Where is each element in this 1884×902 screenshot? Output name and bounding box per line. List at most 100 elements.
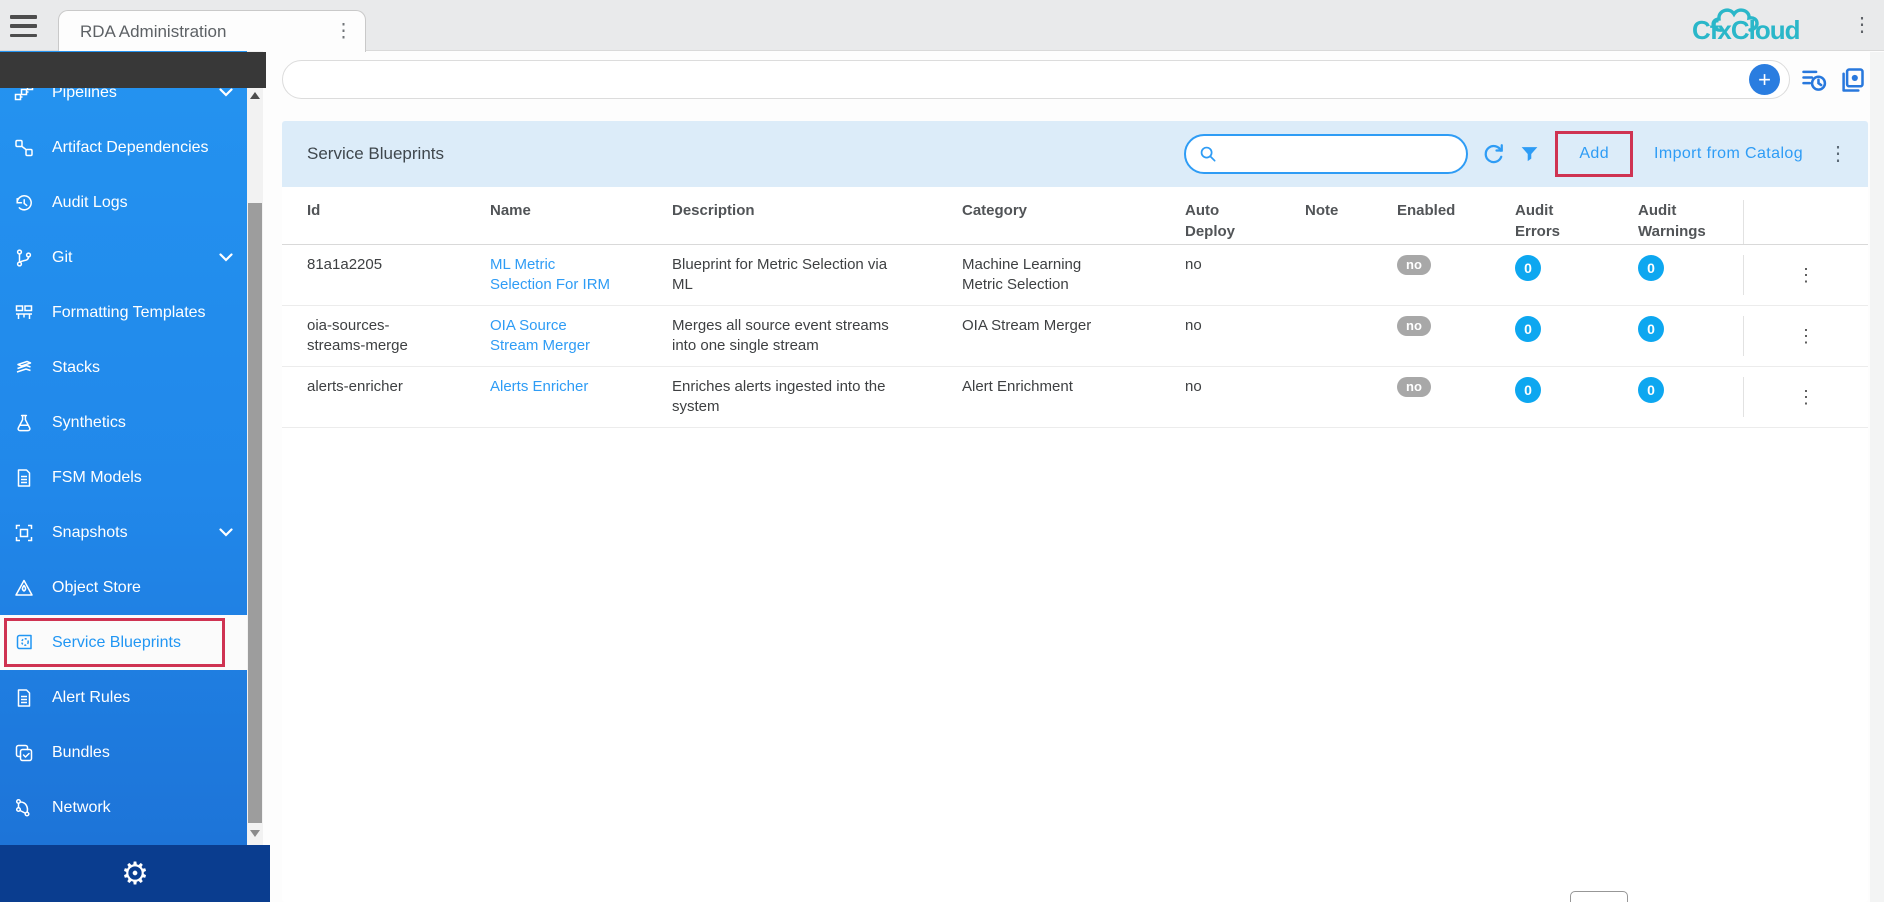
enabled-badge: no [1397, 377, 1431, 397]
panel-title: Service Blueprints [307, 144, 444, 164]
enabled-badge: no [1397, 255, 1431, 275]
table-row: alerts-enricher Alerts Enricher Enriches… [282, 367, 1868, 428]
annotation-box-add: Add [1555, 131, 1633, 177]
sidebar-item-alert-rules[interactable]: Alert Rules [0, 670, 247, 725]
auto-deploy-value: no [1185, 256, 1202, 273]
add-circle-button[interactable]: + [1749, 64, 1780, 95]
blueprint-id: 81a1a2205 [307, 255, 382, 275]
sidebar-item-network[interactable]: Network [0, 780, 247, 835]
snapshots-icon [13, 522, 35, 544]
object-store-icon [13, 577, 35, 599]
import-from-catalog-button[interactable]: Import from Catalog [1654, 145, 1803, 163]
sidebar-item-artifact-dependencies[interactable]: Artifact Dependencies [0, 120, 247, 175]
copy-save-icon[interactable] [1838, 66, 1866, 94]
audit-logs-icon [13, 192, 35, 214]
audit-errors-badge: 0 [1515, 377, 1541, 403]
sidebar: Pipelines Artifact Dependencies Audit Lo… [0, 51, 247, 845]
sidebar-item-bundles[interactable]: Bundles [0, 725, 247, 780]
cfxcloud-logo: CfxCloud [1692, 3, 1826, 49]
sidebar-item-stacks[interactable]: Stacks [0, 340, 247, 395]
settings-gear-icon[interactable]: ⚙ [121, 858, 149, 889]
service-blueprints-icon [13, 632, 35, 654]
tab-kebab-icon[interactable]: ⋮ [334, 22, 353, 41]
audit-errors-badge: 0 [1515, 316, 1541, 342]
browser-kebab-icon[interactable]: ⋮ [1852, 15, 1872, 35]
omnibar-input[interactable] [303, 63, 1703, 96]
column-header-audit-warnings: Audit Warnings [1638, 200, 1743, 242]
pagination-button-partial[interactable] [1570, 891, 1628, 902]
sidebar-item-fsm-models[interactable]: FSM Models [0, 450, 247, 505]
scroll-up-arrow-icon[interactable] [250, 92, 260, 99]
menu-icon[interactable] [10, 13, 40, 39]
refresh-icon[interactable] [1481, 142, 1506, 167]
synthetics-icon [13, 412, 35, 434]
alert-rules-icon [13, 687, 35, 709]
rda-administration-page: RDA Administration ⋮ CfxCloud ⋮ + [0, 0, 1884, 902]
sidebar-scrollbar[interactable] [247, 51, 263, 845]
blueprint-description: Blueprint for Metric Selection via ML [672, 255, 912, 295]
audit-warnings-badge: 0 [1638, 316, 1664, 342]
sidebar-item-git[interactable]: Git [0, 230, 247, 285]
browser-tab[interactable]: RDA Administration ⋮ [58, 10, 366, 52]
formatting-templates-icon [13, 302, 35, 324]
chevron-down-icon [219, 528, 233, 537]
sidebar-header-overlay [0, 52, 266, 88]
row-actions-kebab[interactable]: ⋮ [1797, 388, 1815, 406]
scroll-down-arrow-icon[interactable] [250, 830, 260, 837]
blueprint-category: Alert Enrichment [962, 377, 1073, 397]
sidebar-item-object-store[interactable]: Object Store [0, 560, 247, 615]
add-button[interactable]: Add [1579, 145, 1609, 162]
blueprint-name-link[interactable]: ML Metric Selection For IRM [490, 255, 615, 295]
bundles-icon [13, 742, 35, 764]
column-header-enabled: Enabled [1397, 200, 1515, 221]
audit-errors-badge: 0 [1515, 255, 1541, 281]
search-box[interactable] [1184, 134, 1468, 174]
panel-kebab-icon[interactable]: ⋮ [1828, 144, 1848, 164]
sidebar-item-audit-logs[interactable]: Audit Logs [0, 175, 247, 230]
filter-icon[interactable] [1519, 144, 1540, 165]
blueprint-id: oia-sources-streams-merge [307, 316, 427, 356]
fsm-models-icon [13, 467, 35, 489]
git-icon [13, 247, 35, 269]
sidebar-item-formatting-templates[interactable]: Formatting Templates [0, 285, 247, 340]
column-header-name: Name [490, 200, 672, 221]
blueprint-category: OIA Stream Merger [962, 316, 1091, 336]
service-blueprints-panel: Service Blueprints Add Import from [282, 121, 1868, 902]
column-header-actions [1743, 200, 1868, 244]
row-actions-kebab[interactable]: ⋮ [1797, 266, 1815, 284]
sidebar-footer-bar: ⚙ [0, 845, 270, 902]
table-header: Id Name Description Category Auto Deploy… [282, 187, 1868, 245]
table-row: oia-sources-streams-merge OIA Source Str… [282, 306, 1868, 367]
search-input[interactable] [1226, 146, 1454, 163]
column-header-audit-errors: Audit Errors [1515, 200, 1638, 242]
blueprint-id: alerts-enricher [307, 377, 403, 397]
stacks-icon [13, 357, 35, 379]
window-scrollbar[interactable] [1870, 52, 1884, 902]
blueprint-name-link[interactable]: Alerts Enricher [490, 377, 588, 397]
chevron-down-icon [219, 253, 233, 262]
network-icon [13, 797, 35, 819]
sidebar-item-snapshots[interactable]: Snapshots [0, 505, 247, 560]
blueprint-description: Merges all source event streams into one… [672, 316, 912, 356]
table-row: 81a1a2205 ML Metric Selection For IRM Bl… [282, 245, 1868, 306]
search-icon [1199, 145, 1218, 164]
column-header-auto-deploy: Auto Deploy [1185, 200, 1305, 242]
brand-text: CfxCloud [1692, 15, 1800, 46]
history-clock-icon[interactable] [1800, 66, 1828, 94]
sidebar-item-service-blueprints[interactable]: Service Blueprints [0, 615, 247, 670]
column-header-note: Note [1305, 200, 1397, 221]
enabled-badge: no [1397, 316, 1431, 336]
sidebar-scrollbar-thumb[interactable] [248, 203, 262, 823]
browser-top-bar: RDA Administration ⋮ CfxCloud ⋮ [0, 0, 1884, 51]
row-actions-kebab[interactable]: ⋮ [1797, 327, 1815, 345]
audit-warnings-badge: 0 [1638, 255, 1664, 281]
sidebar-item-synthetics[interactable]: Synthetics [0, 395, 247, 450]
blueprint-description: Enriches alerts ingested into the system [672, 377, 912, 417]
chevron-down-icon [219, 88, 233, 97]
blueprint-name-link[interactable]: OIA Source Stream Merger [490, 316, 615, 356]
omnibar[interactable] [282, 60, 1790, 99]
column-header-description: Description [672, 200, 962, 221]
auto-deploy-value: no [1185, 378, 1202, 395]
column-header-id: Id [307, 200, 490, 221]
panel-header: Service Blueprints Add Import from [282, 121, 1868, 187]
